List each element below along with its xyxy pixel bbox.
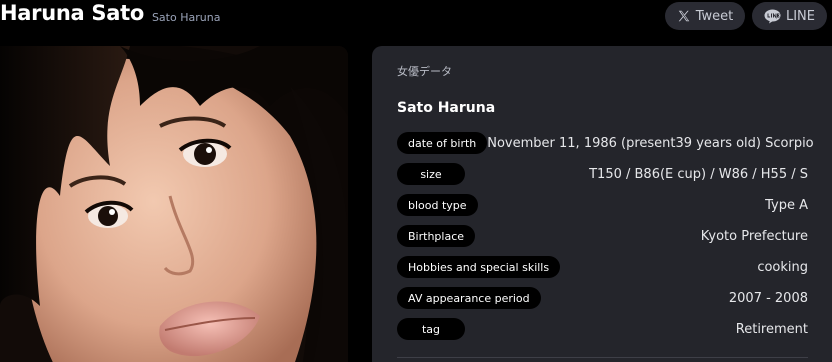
tweet-button[interactable]: Tweet (665, 2, 745, 30)
row-tag: tag Retirement (397, 318, 808, 340)
tag-size: size (397, 163, 465, 185)
page-header: Haruna Sato Sato Haruna (0, 0, 220, 32)
tag-birthplace: Birthplace (397, 225, 476, 247)
tag-hobbies: Hobbies and special skills (397, 256, 561, 278)
tag-blood-type: blood type (397, 194, 478, 216)
tag-tag: tag (397, 318, 465, 340)
row-size: size T150 / B86(E cup) / W86 / H55 / S (397, 163, 808, 185)
page-title: Haruna Sato (0, 1, 144, 25)
value-hobbies: cooking (757, 259, 808, 275)
tag-av-period: AV appearance period (397, 287, 541, 309)
section-label: 女優データ (397, 65, 452, 78)
profile-photo (0, 46, 348, 362)
tweet-label: Tweet (695, 8, 734, 24)
divider (397, 357, 808, 358)
row-birthplace: Birthplace Kyoto Prefecture (397, 225, 808, 247)
value-size: T150 / B86(E cup) / W86 / H55 / S (589, 166, 808, 182)
row-blood-type: blood type Type A (397, 194, 808, 216)
portrait-illustration (0, 46, 348, 362)
page-subtitle: Sato Haruna (151, 11, 221, 24)
value-av-period: 2007 - 2008 (728, 290, 808, 306)
value-date-of-birth: November 11, 1986 (present39 years old) … (487, 135, 814, 151)
line-logo-icon (764, 9, 781, 24)
actress-name: Sato Haruna (397, 100, 496, 116)
x-logo-icon (677, 9, 691, 23)
row-date-of-birth: date of birth November 11, 1986 (present… (397, 132, 814, 154)
row-hobbies: Hobbies and special skills cooking (397, 256, 808, 278)
profile-data-panel: 女優データ Sato Haruna date of birth November… (372, 46, 832, 362)
line-label: LINE (785, 8, 815, 24)
tag-date-of-birth: date of birth (397, 132, 488, 154)
line-share-button[interactable]: LINE (752, 2, 827, 30)
page: Haruna Sato Sato Haruna Tweet LINE 女優データ… (0, 0, 832, 362)
value-blood-type: Type A (765, 197, 808, 213)
value-birthplace: Kyoto Prefecture (700, 228, 808, 244)
row-av-period: AV appearance period 2007 - 2008 (397, 287, 808, 309)
value-tag[interactable]: Retirement (736, 322, 808, 337)
